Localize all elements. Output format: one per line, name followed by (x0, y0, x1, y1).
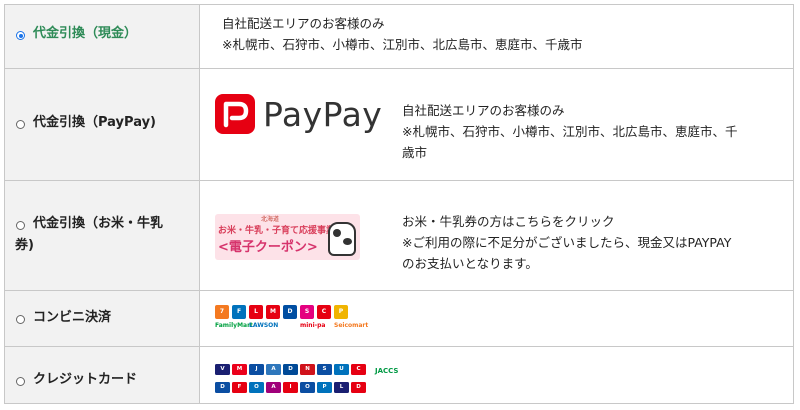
payment-option-rice-milk-coupon[interactable]: 代金引換（お米・牛乳 券) 北海道 お米・牛乳・子育て応援事業 <電子クーポン>… (5, 181, 793, 291)
nicos-icon: N (300, 364, 315, 375)
option-detail-cell: 北海道 お米・牛乳・子育て応援事業 <電子クーポン> お米・牛乳券の方はこちらを… (200, 181, 793, 290)
option-label-line-2: 券) (15, 238, 34, 253)
delivery-area-note: 自社配送エリアのお客様のみ (402, 103, 565, 118)
option-label: コンビニ決済 (33, 310, 112, 325)
coupon-title: <電子クーポン> (218, 240, 318, 255)
coupon-program-name: お米・牛乳・子育て応援事業 (218, 226, 336, 236)
store-caption: LAWSON (249, 322, 279, 329)
paypay-logo: PayPay (215, 94, 395, 140)
coupon-shortfall-note: ※ご利用の際に不足分がございましたら、現金又はPAYPAY (402, 235, 732, 250)
payment-option-paypay[interactable]: 代金引換（PayPay) PayPay 自社配送エリアのお客様のみ ※札幌市、石… (5, 69, 793, 181)
option-label-cell: コンビニ決済 (5, 291, 200, 346)
radio-convenience-store[interactable] (16, 315, 25, 324)
electronic-coupon-banner[interactable]: 北海道 お米・牛乳・子育て応援事業 <電子クーポン> (215, 214, 360, 260)
coupon-instruction[interactable]: お米・牛乳券の方はこちらをクリック (402, 211, 615, 232)
coupon-region-label: 北海道 (261, 216, 280, 223)
option-label-cell: 代金引換（PayPay) (5, 69, 200, 180)
payment-method-table: 代金引換（現金） 自社配送エリアのお客様のみ ※札幌市、石狩市、小樽市、江別市、… (4, 4, 794, 404)
option-label-cell: 代金引換（お米・牛乳 券) (5, 181, 200, 290)
seicomart-icon: S (300, 305, 314, 319)
daily-yamazaki-icon: D (283, 305, 297, 319)
dc-icon: C (351, 364, 366, 375)
orico-icon: O (249, 382, 264, 393)
lawson-icon: L (249, 305, 263, 319)
seven-eleven-icon: 7 (215, 305, 229, 319)
life-icon: L (334, 382, 349, 393)
coupon-shortfall-note-continued: のお支払いとなります。 (402, 256, 538, 271)
option-label: クレジットカード (33, 372, 138, 387)
store-caption: FamilyMart (215, 322, 253, 329)
radio-paypay[interactable] (16, 120, 25, 129)
option-detail-cell: 自社配送エリアのお客様のみ ※札幌市、石狩市、小樽市、江別市、北広島市、恵庭市、… (200, 5, 793, 68)
cow-mascot-icon (328, 222, 356, 256)
option-label: 代金引換（PayPay) (33, 115, 156, 130)
pocket-icon: P (317, 382, 332, 393)
option-label-line-1: 代金引換（お米・牛乳 (33, 216, 164, 231)
option-label-cell: 代金引換（現金） (5, 5, 200, 68)
delivery-cities-continued: 歳市 (402, 145, 428, 160)
aeon-icon: A (266, 382, 281, 393)
store-caption: Seicomart (334, 322, 369, 329)
radio-cash-on-delivery[interactable] (16, 31, 25, 40)
uc-icon: U (334, 364, 349, 375)
payment-option-credit-card[interactable]: クレジットカード VMJADNSUC JACCS DFOAIOPLD (5, 347, 793, 403)
paypay-icon (215, 94, 255, 134)
poplar-icon: P (334, 305, 348, 319)
option-label: 代金引換（現金） (33, 26, 138, 41)
amex-icon: A (266, 364, 281, 375)
ic-icon: I (283, 382, 298, 393)
delivery-cities: ※札幌市、石狩市、小樽市、江別市、北広島市、恵庭市、千 (402, 124, 738, 139)
radio-credit-card[interactable] (16, 377, 25, 386)
familymart-icon: F (232, 305, 246, 319)
option-detail-cell: 7FLMDSCP FamilyMart LAWSON mini-pa Seicomar… (200, 291, 793, 346)
payment-option-convenience-store[interactable]: コンビニ決済 7FLMDSCP FamilyMart LAWSON mini-pa S… (5, 291, 793, 347)
mastercard-icon: M (232, 364, 247, 375)
dc-card-icon: D (351, 382, 366, 393)
jcb-icon: J (249, 364, 264, 375)
payment-option-cash-on-delivery[interactable]: 代金引換（現金） 自社配送エリアのお客様のみ ※札幌市、石狩市、小樽市、江別市、… (5, 5, 793, 69)
ministop-icon: M (266, 305, 280, 319)
paypay-wordmark: PayPay (263, 95, 383, 134)
diners-icon: D (283, 364, 298, 375)
store-caption: mini-pa (300, 322, 326, 329)
saison-icon: S (317, 364, 332, 375)
delivery-cities: ※札幌市、石狩市、小樽市、江別市、北広島市、恵庭市、千歳市 (222, 37, 583, 52)
option-detail-cell: VMJADNSUC JACCS DFOAIOPLD (200, 347, 793, 403)
option-label-cell: クレジットカード (5, 347, 200, 403)
delivery-area-note: 自社配送エリアのお客様のみ (222, 16, 385, 31)
cocostore-icon: C (317, 305, 331, 319)
radio-rice-milk-coupon[interactable] (16, 221, 25, 230)
omc-icon: O (300, 382, 315, 393)
option-detail-cell: PayPay 自社配送エリアのお客様のみ ※札幌市、石狩市、小樽市、江別市、北広… (200, 69, 793, 180)
visa-icon: V (215, 364, 230, 375)
jaccs-logo-text: JACCS (375, 367, 399, 375)
cf-icon: F (232, 382, 247, 393)
discover-icon: D (215, 382, 230, 393)
